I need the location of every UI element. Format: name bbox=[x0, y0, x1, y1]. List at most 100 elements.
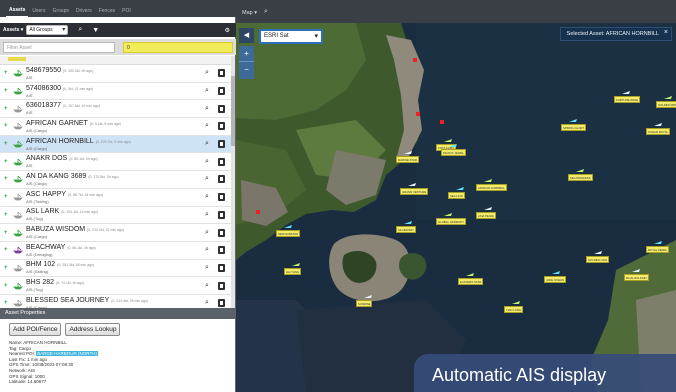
assets-menu[interactable]: Assets ▾ bbox=[3, 27, 23, 33]
asset-list-scrollbar[interactable] bbox=[231, 56, 235, 308]
asset-row[interactable]: + ASL LARK (0, 104.1kt, 14 min ago) AIS (Tu… bbox=[0, 206, 231, 225]
vessel-label[interactable]: GRAND VENTURE bbox=[400, 188, 429, 195]
vessel-marker-icon[interactable] bbox=[456, 186, 464, 191]
zoom-to-asset-icon[interactable]: ⌕ bbox=[201, 105, 213, 113]
asset-row[interactable]: +548679550 (0, 150.3kt, 9h ago) AIS ⌕ bbox=[0, 65, 231, 83]
zoom-to-asset-icon[interactable]: ⌕ bbox=[201, 299, 213, 307]
map-search-icon[interactable]: ⌕ bbox=[264, 8, 268, 16]
settings-icon[interactable]: ⚙ bbox=[225, 27, 230, 34]
tab-fences[interactable]: Fences bbox=[96, 6, 118, 17]
asset-action-icon[interactable] bbox=[218, 228, 225, 237]
asset-action-icon[interactable] bbox=[218, 157, 225, 166]
vessel-label[interactable]: OCEAN ROYAL bbox=[646, 128, 670, 135]
group-select[interactable]: All Groups bbox=[26, 25, 69, 35]
vessel-marker-icon[interactable] bbox=[484, 206, 492, 211]
alert-marker-icon[interactable] bbox=[416, 112, 420, 116]
search-icon[interactable]: ⌕ bbox=[78, 26, 82, 34]
filter-asset-input[interactable]: Filter Asset bbox=[3, 41, 115, 53]
zoom-to-asset-icon[interactable]: ⌕ bbox=[201, 122, 213, 130]
vessel-label[interactable]: PACIFIC JEWEL bbox=[441, 149, 466, 156]
zoom-to-asset-icon[interactable]: ⌕ bbox=[201, 69, 213, 77]
zoom-to-asset-icon[interactable]: ⌕ bbox=[201, 158, 213, 166]
vessel-label[interactable]: JADE OCEAN bbox=[544, 276, 566, 283]
asset-row[interactable]: + BABUZA WISDOM (0, 210.0kt, 22 min ago) AI… bbox=[0, 224, 231, 242]
vessel-marker-icon[interactable] bbox=[654, 240, 662, 245]
zoom-to-asset-icon[interactable]: ⌕ bbox=[201, 211, 213, 219]
vessel-marker-icon[interactable] bbox=[292, 262, 300, 267]
asset-row[interactable]: + BHS 282 (0, 74.1kt, 4h ago) AIS (Tug) ⌕ bbox=[0, 277, 231, 295]
add-poi-fence-button[interactable]: Add POI/Fence bbox=[9, 323, 62, 336]
asset-action-icon[interactable] bbox=[218, 193, 225, 202]
alert-marker-icon[interactable] bbox=[440, 120, 444, 124]
asset-row[interactable]: + AN DA KANG 3689 (0, 270.8kt, 3h ago) AIS … bbox=[0, 171, 231, 189]
vessel-marker-icon[interactable] bbox=[622, 90, 630, 95]
zoom-to-asset-icon[interactable]: ⌕ bbox=[201, 193, 213, 201]
vessel-label[interactable]: SEA PRINCESS bbox=[568, 174, 593, 181]
tab-assets[interactable]: Assets bbox=[6, 5, 29, 17]
asset-row[interactable]: + BHM 102 (0, 251.3kt, 48 min ago) AIS (Sai… bbox=[0, 259, 231, 278]
vessel-marker-icon[interactable] bbox=[484, 178, 492, 183]
filter-icon[interactable]: ▼ bbox=[92, 27, 99, 34]
vessel-label[interactable]: GOLDEN LION bbox=[586, 256, 610, 263]
zoom-to-asset-icon[interactable]: ⌕ bbox=[201, 87, 213, 95]
vessel-label[interactable]: TIAN LONG bbox=[504, 306, 524, 313]
vessel-label[interactable]: NEW HORIZON bbox=[276, 230, 301, 237]
alert-marker-icon[interactable] bbox=[413, 58, 417, 62]
vessel-label[interactable]: SEA LION bbox=[448, 192, 465, 199]
asset-row[interactable]: + AFRICAN GARNET (0, 0.1kt, 5 min ago) AIS … bbox=[0, 118, 231, 136]
vessel-label[interactable]: BLUE DOLPHIN bbox=[624, 274, 649, 281]
vessel-marker-icon[interactable] bbox=[632, 268, 640, 273]
asset-action-icon[interactable] bbox=[218, 299, 225, 308]
vessel-label[interactable]: GOLDEN PRINCESS bbox=[656, 101, 676, 108]
zoom-to-asset-icon[interactable]: ⌕ bbox=[201, 264, 213, 272]
asset-action-icon[interactable] bbox=[218, 69, 225, 78]
close-icon[interactable]: × bbox=[664, 29, 668, 36]
zoom-to-asset-icon[interactable]: ⌕ bbox=[201, 246, 213, 254]
vessel-marker-icon[interactable] bbox=[284, 224, 292, 229]
vessel-label[interactable]: GLOBAL HARMONY bbox=[436, 218, 467, 225]
tab-drivers[interactable]: Drivers bbox=[73, 6, 95, 17]
asset-action-icon[interactable] bbox=[218, 281, 225, 290]
asset-action-icon[interactable] bbox=[218, 246, 225, 255]
zoom-to-asset-icon[interactable]: ⌕ bbox=[201, 140, 213, 148]
property-highlight[interactable]: BARGE HARBOUR (NORTH) bbox=[36, 351, 98, 357]
vessel-label[interactable]: SILVER BAY bbox=[396, 226, 416, 233]
vessel-marker-icon[interactable] bbox=[594, 250, 602, 255]
vessel-label[interactable]: SPRING GLORY bbox=[561, 124, 587, 131]
vessel-label[interactable]: AFRICAN HORNBILL bbox=[476, 184, 508, 191]
asset-action-icon[interactable] bbox=[218, 140, 225, 149]
asset-action-icon[interactable] bbox=[218, 87, 225, 96]
highlight-field[interactable]: 0 bbox=[123, 41, 233, 53]
vessel-marker-icon[interactable] bbox=[552, 270, 560, 275]
asset-row[interactable]: +574086300 (0, 0kt, 21 min ago) AIS ⌕ bbox=[0, 82, 231, 101]
map-view[interactable]: Map ▾ ⌕ ◀ + − ESRI Sat Selected Asset: A… bbox=[236, 0, 676, 392]
scrollbar-thumb[interactable] bbox=[231, 76, 235, 146]
asset-row[interactable]: +636018377 (0, 107.6kt, 49 min ago) AIS ⌕ bbox=[0, 100, 231, 119]
address-lookup-button[interactable]: Address Lookup bbox=[65, 323, 121, 336]
vessel-marker-icon[interactable] bbox=[569, 118, 577, 123]
tab-poi[interactable]: POI bbox=[119, 6, 134, 17]
asset-row[interactable]: + ASC HAPPY (0, 85.7kt, 24 min ago) AIS (To… bbox=[0, 188, 231, 207]
asset-row[interactable]: + BLESSED SEA JOURNEY (0, 214.4kt, 25 min … bbox=[0, 294, 231, 308]
asset-row[interactable]: + ANAKR DOS (0, 80.1kt, 4h ago) AIS ⌕ bbox=[0, 153, 231, 172]
zoom-out-button[interactable]: − bbox=[239, 62, 254, 78]
vessel-label[interactable]: SUNRISE bbox=[356, 300, 373, 307]
asset-row[interactable]: + AFRICAN HORNBILL (0, 129.7kt, 2 min ago)… bbox=[0, 135, 231, 154]
zoom-to-asset-icon[interactable]: ⌕ bbox=[201, 282, 213, 290]
asset-action-icon[interactable] bbox=[218, 104, 225, 113]
asset-action-icon[interactable] bbox=[218, 210, 225, 219]
alert-marker-icon[interactable] bbox=[256, 210, 260, 214]
vessel-marker-icon[interactable] bbox=[664, 95, 672, 100]
vessel-marker-icon[interactable] bbox=[466, 272, 474, 277]
zoom-to-asset-icon[interactable]: ⌕ bbox=[201, 229, 213, 237]
asset-action-icon[interactable] bbox=[218, 175, 225, 184]
vessel-marker-icon[interactable] bbox=[449, 143, 457, 148]
vessel-marker-icon[interactable] bbox=[364, 294, 372, 299]
map-back-icon[interactable]: ◀ bbox=[239, 28, 254, 43]
map-layer-select[interactable]: ESRI Sat bbox=[259, 29, 323, 44]
vessel-label[interactable]: ASIA PEARL bbox=[476, 212, 497, 219]
vessel-marker-icon[interactable] bbox=[404, 150, 412, 155]
vessel-marker-icon[interactable] bbox=[512, 300, 520, 305]
vessel-marker-icon[interactable] bbox=[404, 220, 412, 225]
vessel-label[interactable]: MARINE STAR bbox=[396, 156, 419, 163]
